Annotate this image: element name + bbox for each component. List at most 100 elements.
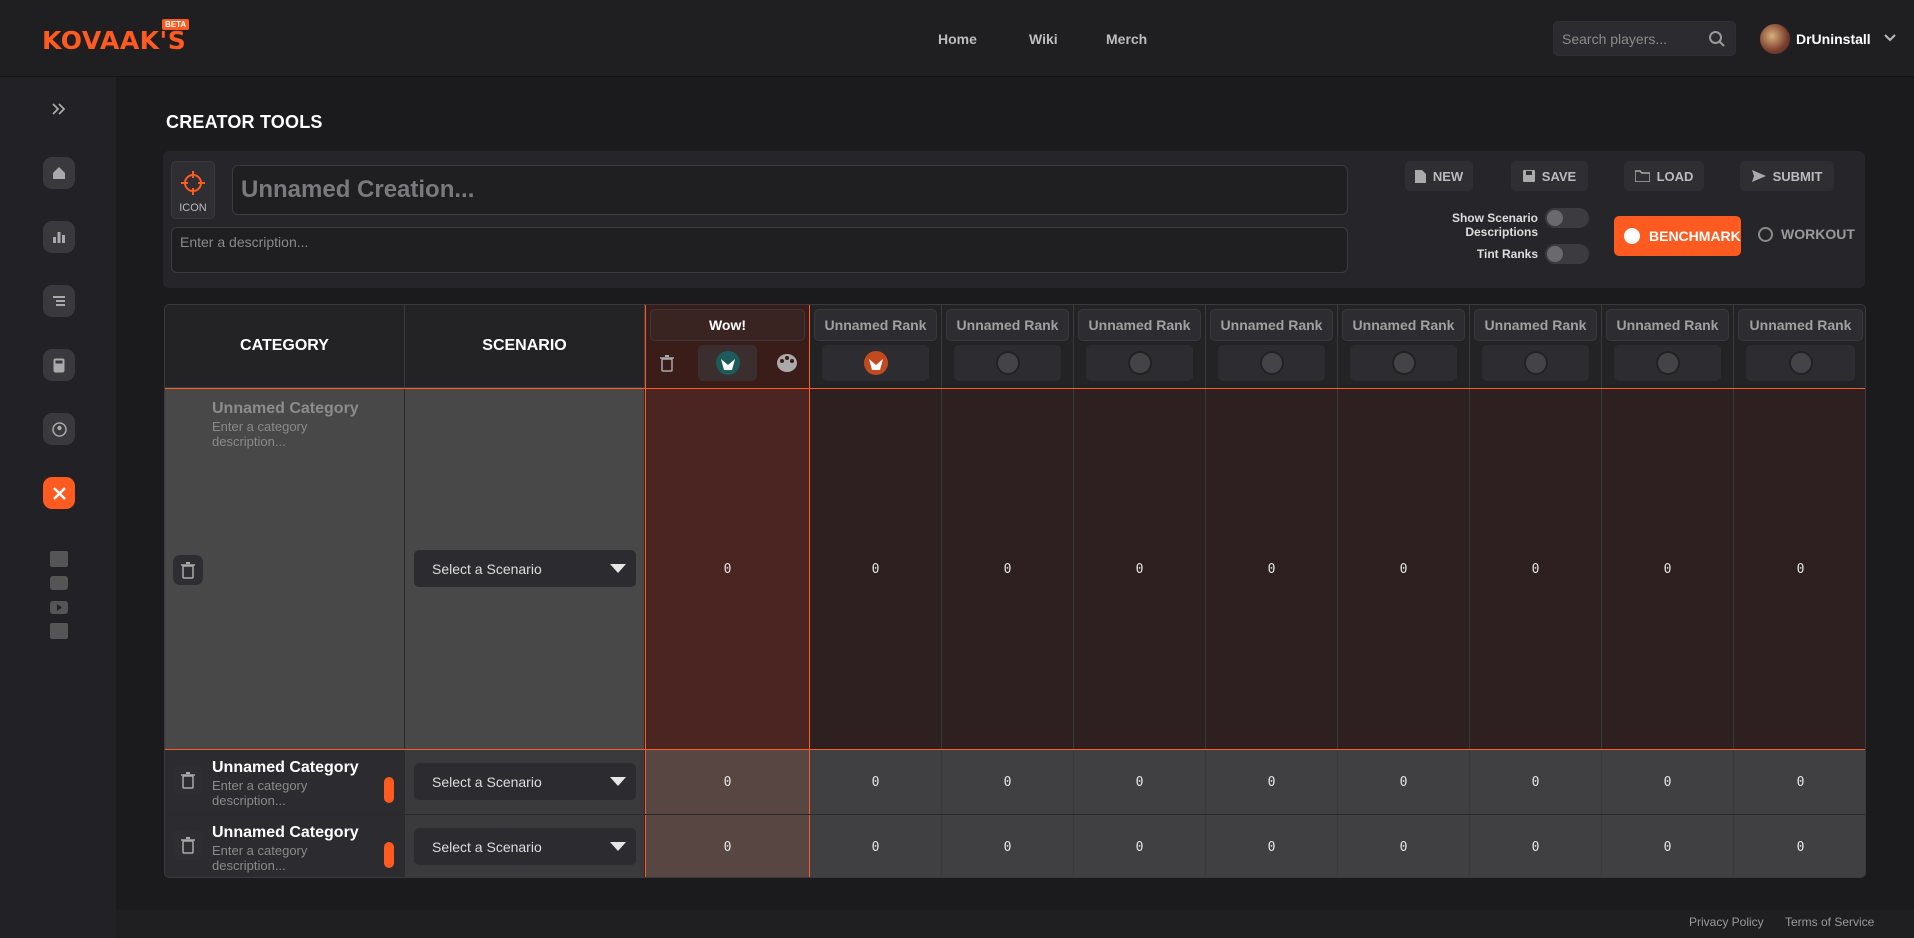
nav-home[interactable]: Home — [938, 31, 977, 47]
creation-name-field[interactable] — [232, 165, 1348, 215]
rank-name-input[interactable]: Unnamed Rank — [1210, 309, 1333, 341]
rank-icon-picker[interactable] — [1086, 345, 1193, 381]
nav-merch[interactable]: Merch — [1106, 31, 1147, 47]
twitter-icon[interactable] — [49, 622, 69, 640]
rank-name-input[interactable]: Unnamed Rank — [1606, 309, 1729, 341]
rank-icon-picker[interactable] — [1482, 345, 1589, 381]
threshold-input[interactable]: 0 — [1470, 750, 1602, 814]
rank-name-input[interactable]: Unnamed Rank — [1738, 309, 1863, 341]
rank-icon-picker[interactable] — [822, 345, 929, 381]
username[interactable]: DrUninstall — [1796, 31, 1871, 47]
threshold-input[interactable]: 0 — [1602, 750, 1734, 814]
profile-icon[interactable] — [43, 413, 75, 445]
home-icon[interactable] — [43, 157, 75, 189]
list-icon[interactable] — [43, 285, 75, 317]
rank-icon-picker[interactable] — [1218, 345, 1325, 381]
benchmark-button[interactable]: BENCHMARK — [1614, 216, 1741, 256]
threshold-input[interactable]: 0 — [1206, 388, 1338, 750]
search-icon[interactable] — [1708, 30, 1726, 53]
threshold-input[interactable]: 0 — [942, 750, 1074, 814]
category-name-input[interactable]: Unnamed Category — [212, 759, 359, 777]
delete-category-button[interactable] — [173, 765, 203, 795]
calculator-icon[interactable] — [43, 349, 75, 381]
nav-wiki[interactable]: Wiki — [1029, 31, 1058, 47]
threshold-input[interactable]: 0 — [942, 388, 1074, 750]
threshold-input[interactable]: 0 — [645, 750, 810, 814]
threshold-input[interactable]: 0 — [1602, 815, 1734, 877]
workout-option[interactable]: WORKOUT — [1758, 226, 1855, 242]
category-name-input[interactable]: Unnamed Category — [212, 400, 359, 418]
avatar[interactable] — [1760, 24, 1790, 54]
category-description-input[interactable]: Enter a category description... — [212, 778, 332, 808]
rank-column-header: Unnamed Rank — [1074, 305, 1206, 388]
threshold-input[interactable]: 0 — [1074, 388, 1206, 750]
empty-rank-icon — [1523, 351, 1548, 375]
player-search[interactable] — [1553, 21, 1736, 56]
threshold-input[interactable]: 0 — [1602, 388, 1734, 750]
threshold-input[interactable]: 0 — [645, 815, 810, 877]
threshold-input[interactable]: 0 — [810, 750, 942, 814]
delete-category-button[interactable] — [173, 830, 203, 860]
chevron-down-icon[interactable] — [1883, 30, 1897, 48]
tint-ranks-toggle[interactable] — [1545, 244, 1589, 264]
threshold-input[interactable]: 0 — [1470, 815, 1602, 877]
rank-icon-picker[interactable] — [1746, 345, 1855, 381]
delete-category-button[interactable] — [173, 555, 203, 585]
threshold-input[interactable]: 0 — [1338, 750, 1470, 814]
show-descriptions-toggle[interactable] — [1545, 208, 1589, 228]
new-button[interactable]: NEW — [1405, 161, 1473, 191]
terms-of-service-link[interactable]: Terms of Service — [1785, 915, 1874, 929]
bar-chart-icon[interactable] — [43, 221, 75, 253]
rank-name-input[interactable]: Wow! — [650, 309, 805, 341]
drag-handle[interactable] — [384, 842, 394, 868]
rank-icon-picker[interactable] — [1614, 345, 1721, 381]
threshold-input[interactable]: 0 — [810, 815, 942, 877]
user-menu[interactable]: DrUninstall — [1760, 23, 1897, 55]
creation-description-field[interactable] — [171, 227, 1348, 273]
kovaaks-logo[interactable]: KOVAAK'S — [42, 26, 186, 55]
rank-name-input[interactable]: Unnamed Rank — [1342, 309, 1465, 341]
youtube-icon[interactable] — [49, 598, 69, 616]
threshold-input[interactable]: 0 — [1206, 750, 1338, 814]
load-button[interactable]: LOAD — [1624, 161, 1704, 191]
category-description-input[interactable]: Enter a category description... — [212, 843, 332, 873]
threshold-input[interactable]: 0 — [1734, 750, 1865, 814]
discord-icon[interactable] — [49, 574, 69, 592]
threshold-input[interactable]: 0 — [645, 388, 810, 750]
scenario-select[interactable]: Select a Scenario — [414, 550, 636, 587]
save-button[interactable]: SAVE — [1511, 161, 1588, 191]
threshold-input[interactable]: 0 — [1074, 750, 1206, 814]
threshold-input[interactable]: 0 — [1338, 815, 1470, 877]
privacy-policy-link[interactable]: Privacy Policy — [1689, 915, 1764, 929]
threshold-input[interactable]: 0 — [1734, 388, 1865, 750]
threshold-input[interactable]: 0 — [810, 388, 942, 750]
rank-name-input[interactable]: Unnamed Rank — [1078, 309, 1201, 341]
drag-handle[interactable] — [384, 777, 394, 803]
threshold-input[interactable]: 0 — [1734, 815, 1865, 877]
search-input[interactable] — [1554, 22, 1694, 55]
rank-icon-picker[interactable] — [698, 345, 757, 381]
creation-description-input[interactable] — [172, 228, 1347, 272]
threshold-input[interactable]: 0 — [1206, 815, 1338, 877]
submit-button[interactable]: SUBMIT — [1740, 161, 1834, 191]
steam-icon[interactable] — [49, 550, 69, 568]
rank-icon-picker[interactable] — [1350, 345, 1457, 381]
scenario-select[interactable]: Select a Scenario — [414, 828, 636, 865]
scenario-select[interactable]: Select a Scenario — [414, 763, 636, 800]
rank-icon-picker[interactable] — [954, 345, 1061, 381]
icon-picker[interactable]: ICON — [171, 161, 215, 219]
threshold-input[interactable]: 0 — [942, 815, 1074, 877]
threshold-input[interactable]: 0 — [1074, 815, 1206, 877]
creation-name-input[interactable] — [233, 166, 1347, 214]
threshold-input[interactable]: 0 — [1470, 388, 1602, 750]
expand-chevrons-icon[interactable] — [43, 93, 75, 125]
delete-rank-button[interactable] — [654, 347, 680, 379]
rank-name-input[interactable]: Unnamed Rank — [1474, 309, 1597, 341]
rank-name-input[interactable]: Unnamed Rank — [814, 309, 937, 341]
creator-tools-icon[interactable] — [43, 477, 75, 509]
palette-button[interactable] — [773, 347, 801, 379]
category-description-input[interactable]: Enter a category description... — [212, 419, 332, 449]
rank-name-input[interactable]: Unnamed Rank — [946, 309, 1069, 341]
category-name-input[interactable]: Unnamed Category — [212, 824, 359, 842]
threshold-input[interactable]: 0 — [1338, 388, 1470, 750]
